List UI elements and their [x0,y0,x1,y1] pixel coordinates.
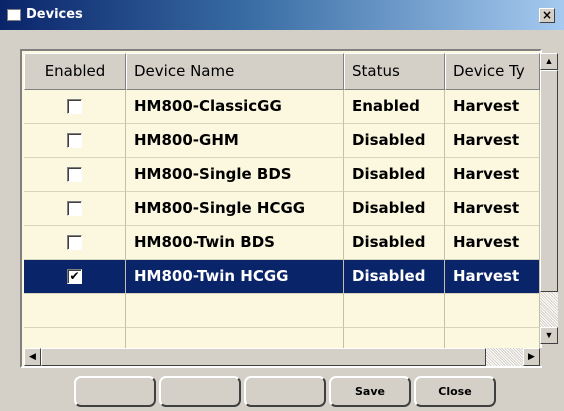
empty-cell [24,294,126,328]
column-header-device-type[interactable]: Device Ty [445,53,540,90]
column-header-status[interactable]: Status [344,53,445,90]
device-name-cell: HM800-Twin BDS [126,226,344,260]
button-bar: Save Close [74,376,498,409]
horizontal-scroll-thumb[interactable] [41,348,486,366]
table-row[interactable]: HM800-ClassicGG Enabled Harvest [24,90,540,124]
window-icon [7,9,21,21]
scrollbar-corner [540,348,558,366]
enabled-cell [24,90,126,124]
enabled-checkbox[interactable] [67,167,82,182]
empty-row [24,294,540,328]
devices-grid: Enabled Device Name Status Device Ty HM8… [20,49,558,368]
device-type-cell: Harvest [445,124,540,158]
scroll-right-icon[interactable]: ▶ [523,348,540,366]
scroll-down-icon[interactable]: ▼ [540,327,558,344]
title-bar[interactable]: Devices × [0,0,564,30]
enabled-checkbox[interactable] [67,235,82,250]
blank-button-3[interactable] [244,376,326,407]
device-name-cell: HM800-Single HCGG [126,192,344,226]
empty-cell [126,294,344,328]
device-name-cell: HM800-ClassicGG [126,90,344,124]
table-row[interactable]: ✔ HM800-Twin HCGG Disabled Harvest [24,260,540,294]
blank-button-2[interactable] [159,376,241,407]
empty-cell [445,294,540,328]
table-row[interactable]: HM800-GHM Disabled Harvest [24,124,540,158]
close-window-button[interactable]: × [539,8,555,23]
column-header-device-name[interactable]: Device Name [126,53,344,90]
status-cell: Disabled [344,260,445,294]
horizontal-scrollbar[interactable]: ◀ ▶ [24,348,540,366]
device-type-cell: Harvest [445,192,540,226]
device-name-cell: HM800-GHM [126,124,344,158]
empty-cell [344,294,445,328]
enabled-cell: ✔ [24,260,126,294]
enabled-cell [24,124,126,158]
status-cell: Disabled [344,124,445,158]
scroll-up-icon[interactable]: ▲ [540,53,558,70]
devices-window: Devices × Enabled Device Name Status Dev… [0,0,564,411]
enabled-cell [24,158,126,192]
vertical-scroll-thumb[interactable] [540,70,558,292]
table-row[interactable]: HM800-Single HCGG Disabled Harvest [24,192,540,226]
device-name-cell: HM800-Twin HCGG [126,260,344,294]
save-button[interactable]: Save [329,376,411,407]
device-type-cell: Harvest [445,90,540,124]
device-name-cell: HM800-Single BDS [126,158,344,192]
status-cell: Enabled [344,90,445,124]
column-header-enabled[interactable]: Enabled [24,53,126,90]
enabled-checkbox[interactable] [67,133,82,148]
close-button[interactable]: Close [414,376,496,407]
status-cell: Disabled [344,192,445,226]
status-cell: Disabled [344,226,445,260]
enabled-cell [24,192,126,226]
blank-button-1[interactable] [74,376,156,407]
scroll-left-icon[interactable]: ◀ [24,348,41,366]
enabled-checkbox[interactable] [67,201,82,216]
grid-body: HM800-ClassicGG Enabled Harvest HM800-GHM Di… [24,90,540,362]
device-type-cell: Harvest [445,226,540,260]
grid-header: Enabled Device Name Status Device Ty [24,53,540,90]
table-row[interactable]: HM800-Twin BDS Disabled Harvest [24,226,540,260]
enabled-checkbox[interactable] [67,99,82,114]
window-title: Devices [26,7,83,22]
vertical-scrollbar[interactable]: ▲ ▼ [540,53,558,344]
status-cell: Disabled [344,158,445,192]
enabled-checkbox[interactable]: ✔ [67,269,82,284]
device-type-cell: Harvest [445,158,540,192]
enabled-cell [24,226,126,260]
device-type-cell: Harvest [445,260,540,294]
table-row[interactable]: HM800-Single BDS Disabled Harvest [24,158,540,192]
